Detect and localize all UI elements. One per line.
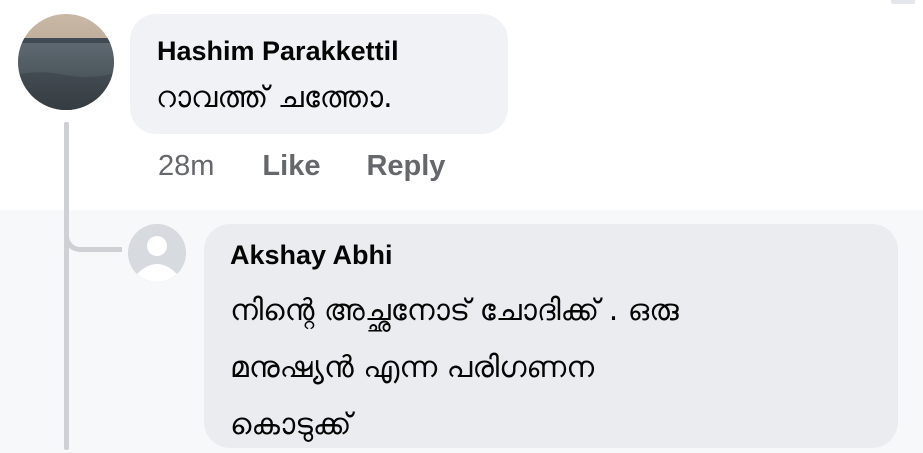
avatar[interactable]	[18, 14, 114, 110]
profile-photo-icon	[18, 14, 114, 110]
reply-button[interactable]: Reply	[366, 150, 445, 183]
comment-author-name[interactable]: Hashim Parakkettil	[157, 36, 399, 67]
comment-text: റാവത്ത് ചത്തോ.	[156, 80, 393, 115]
default-avatar-icon	[128, 224, 186, 282]
comment-bubble-main: Hashim Parakkettil റാവത്ത് ചത്തോ.	[130, 14, 508, 134]
reply-author-name[interactable]: Akshay Abhi	[230, 240, 393, 271]
scroll-edge-marker	[891, 0, 915, 4]
like-button[interactable]: Like	[262, 150, 320, 183]
thread-line	[64, 122, 69, 450]
reply-bubble: Akshay Abhi നിന്റെ അച്ഛനോട് ചോദിക്ക് . ഒ…	[204, 224, 898, 448]
reply-text-line: നിന്റെ അച്ഛനോട് ചോദിക്ക് . ഒരു	[230, 293, 679, 328]
reply-text-line: കൊടുക്ക്	[230, 407, 352, 442]
comment-actions: 28m Like Reply	[158, 150, 491, 183]
thread-branch-connector	[64, 204, 122, 252]
reply-avatar[interactable]	[128, 224, 186, 282]
reply-text: നിന്റെ അച്ഛനോട് ചോദിക്ക് . ഒരു മനുഷ്യൻ എ…	[230, 282, 840, 453]
comment-timestamp[interactable]: 28m	[158, 150, 214, 183]
reply-text-line: മനുഷ്യൻ എന്ന പരിഗണന	[230, 350, 595, 385]
